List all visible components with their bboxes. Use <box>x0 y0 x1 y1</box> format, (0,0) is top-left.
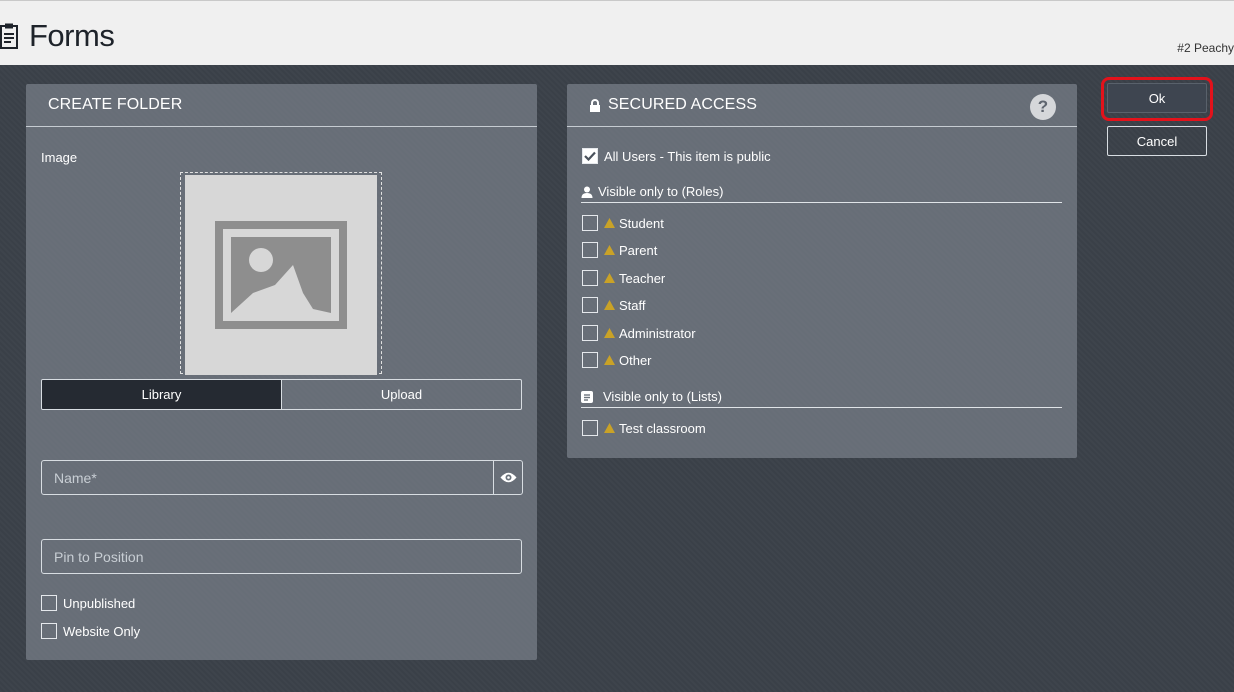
role-administrator-checkbox[interactable] <box>582 325 598 341</box>
role-label: Staff <box>619 297 646 313</box>
warning-icon <box>604 328 615 338</box>
clipboard-icon <box>0 23 18 49</box>
website-only-label: Website Only <box>63 623 141 639</box>
create-folder-title: CREATE FOLDER <box>26 84 537 127</box>
warning-icon <box>604 218 615 228</box>
roles-title: Visible only to (Roles) <box>598 184 724 199</box>
lists-title: Visible only to (Lists) <box>603 389 722 404</box>
list-test-classroom-checkbox[interactable] <box>582 420 598 436</box>
role-teacher-checkbox[interactable] <box>582 270 598 286</box>
role-label: Administrator <box>619 325 696 341</box>
top-bar: Forms #2 Peachy <box>0 0 1234 65</box>
pin-position-field[interactable]: Pin to Position <box>41 539 522 574</box>
role-label: Other <box>619 352 652 368</box>
unpublished-option[interactable]: Unpublished <box>41 595 135 611</box>
lock-icon <box>590 98 600 112</box>
warning-icon <box>604 423 615 433</box>
checkmark-icon <box>584 151 596 161</box>
secured-access-header: SECURED ACCESS <box>567 84 1077 127</box>
all-users-option[interactable]: All Users - This item is public <box>582 148 771 164</box>
role-label: Parent <box>619 242 658 258</box>
visibility-toggle[interactable] <box>493 461 522 494</box>
secured-access-title: SECURED ACCESS <box>608 96 757 113</box>
user-icon <box>581 186 593 198</box>
role-label: Student <box>619 215 664 231</box>
warning-icon <box>604 355 615 365</box>
unpublished-label: Unpublished <box>63 595 136 611</box>
unpublished-checkbox[interactable] <box>41 595 57 611</box>
warning-icon <box>604 245 615 255</box>
user-tag[interactable]: #2 Peachy <box>1177 41 1234 55</box>
website-only-option[interactable]: Website Only <box>41 623 140 639</box>
cancel-button[interactable]: Cancel <box>1107 126 1207 156</box>
image-placeholder-icon <box>215 221 347 329</box>
roles-section-title: Visible only to (Roles) <box>581 181 1062 203</box>
all-users-label: All Users - This item is public <box>604 148 771 164</box>
all-users-checkbox[interactable] <box>582 148 598 164</box>
name-field[interactable]: Name* <box>41 460 523 495</box>
eye-icon <box>500 472 516 483</box>
secured-access-panel: SECURED ACCESS ? All Users - This item i… <box>567 84 1077 458</box>
role-parent[interactable]: Parent <box>582 242 657 258</box>
image-dropzone[interactable] <box>180 172 382 375</box>
list-label: Test classroom <box>619 420 706 436</box>
role-staff-checkbox[interactable] <box>582 297 598 313</box>
role-student-checkbox[interactable] <box>582 215 598 231</box>
name-placeholder: Name* <box>54 469 97 486</box>
tab-library[interactable]: Library <box>42 380 281 409</box>
image-label: Image <box>41 150 78 165</box>
image-preview <box>185 175 377 375</box>
tab-upload[interactable]: Upload <box>281 380 521 409</box>
role-student[interactable]: Student <box>582 215 664 231</box>
create-folder-panel: CREATE FOLDER Image Library Upload Name* <box>26 84 537 660</box>
pin-placeholder: Pin to Position <box>54 548 144 565</box>
list-icon <box>581 390 593 403</box>
role-other[interactable]: Other <box>582 352 652 368</box>
lists-section-title: Visible only to (Lists) <box>581 386 1062 408</box>
help-icon[interactable]: ? <box>1030 94 1056 120</box>
title-wrap: Forms <box>0 18 115 53</box>
image-source-toggle: Library Upload <box>41 379 522 410</box>
warning-icon <box>604 300 615 310</box>
role-label: Teacher <box>619 270 666 286</box>
list-test-classroom[interactable]: Test classroom <box>582 420 706 436</box>
warning-icon <box>604 273 615 283</box>
role-staff[interactable]: Staff <box>582 297 646 313</box>
role-teacher[interactable]: Teacher <box>582 270 665 286</box>
page-title: Forms <box>29 18 115 53</box>
ok-button[interactable]: Ok <box>1107 83 1207 113</box>
role-administrator[interactable]: Administrator <box>582 325 696 341</box>
website-only-checkbox[interactable] <box>41 623 57 639</box>
role-parent-checkbox[interactable] <box>582 242 598 258</box>
role-other-checkbox[interactable] <box>582 352 598 368</box>
